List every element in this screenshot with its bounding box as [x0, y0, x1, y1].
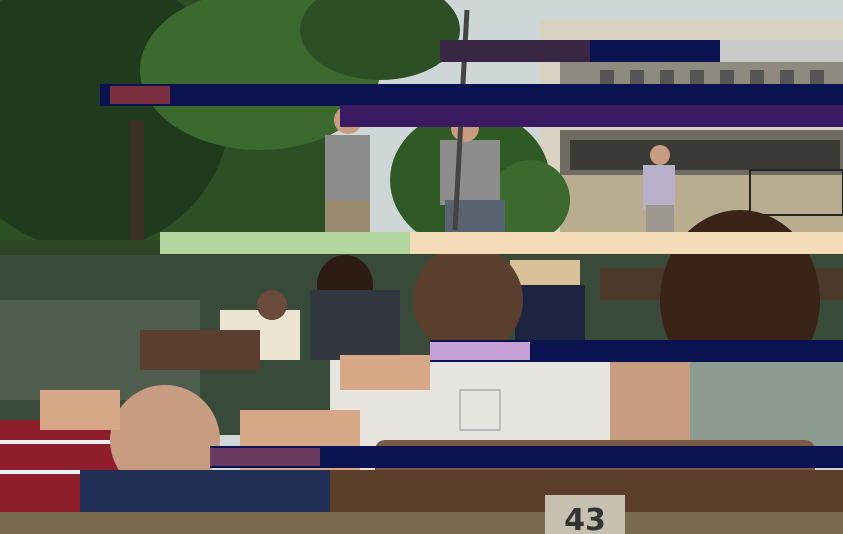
- punting-scene-photo: 43: [0, 0, 843, 534]
- photo-frame: 43: [0, 0, 843, 534]
- boat-number: 43: [564, 503, 606, 534]
- legs: [40, 390, 120, 430]
